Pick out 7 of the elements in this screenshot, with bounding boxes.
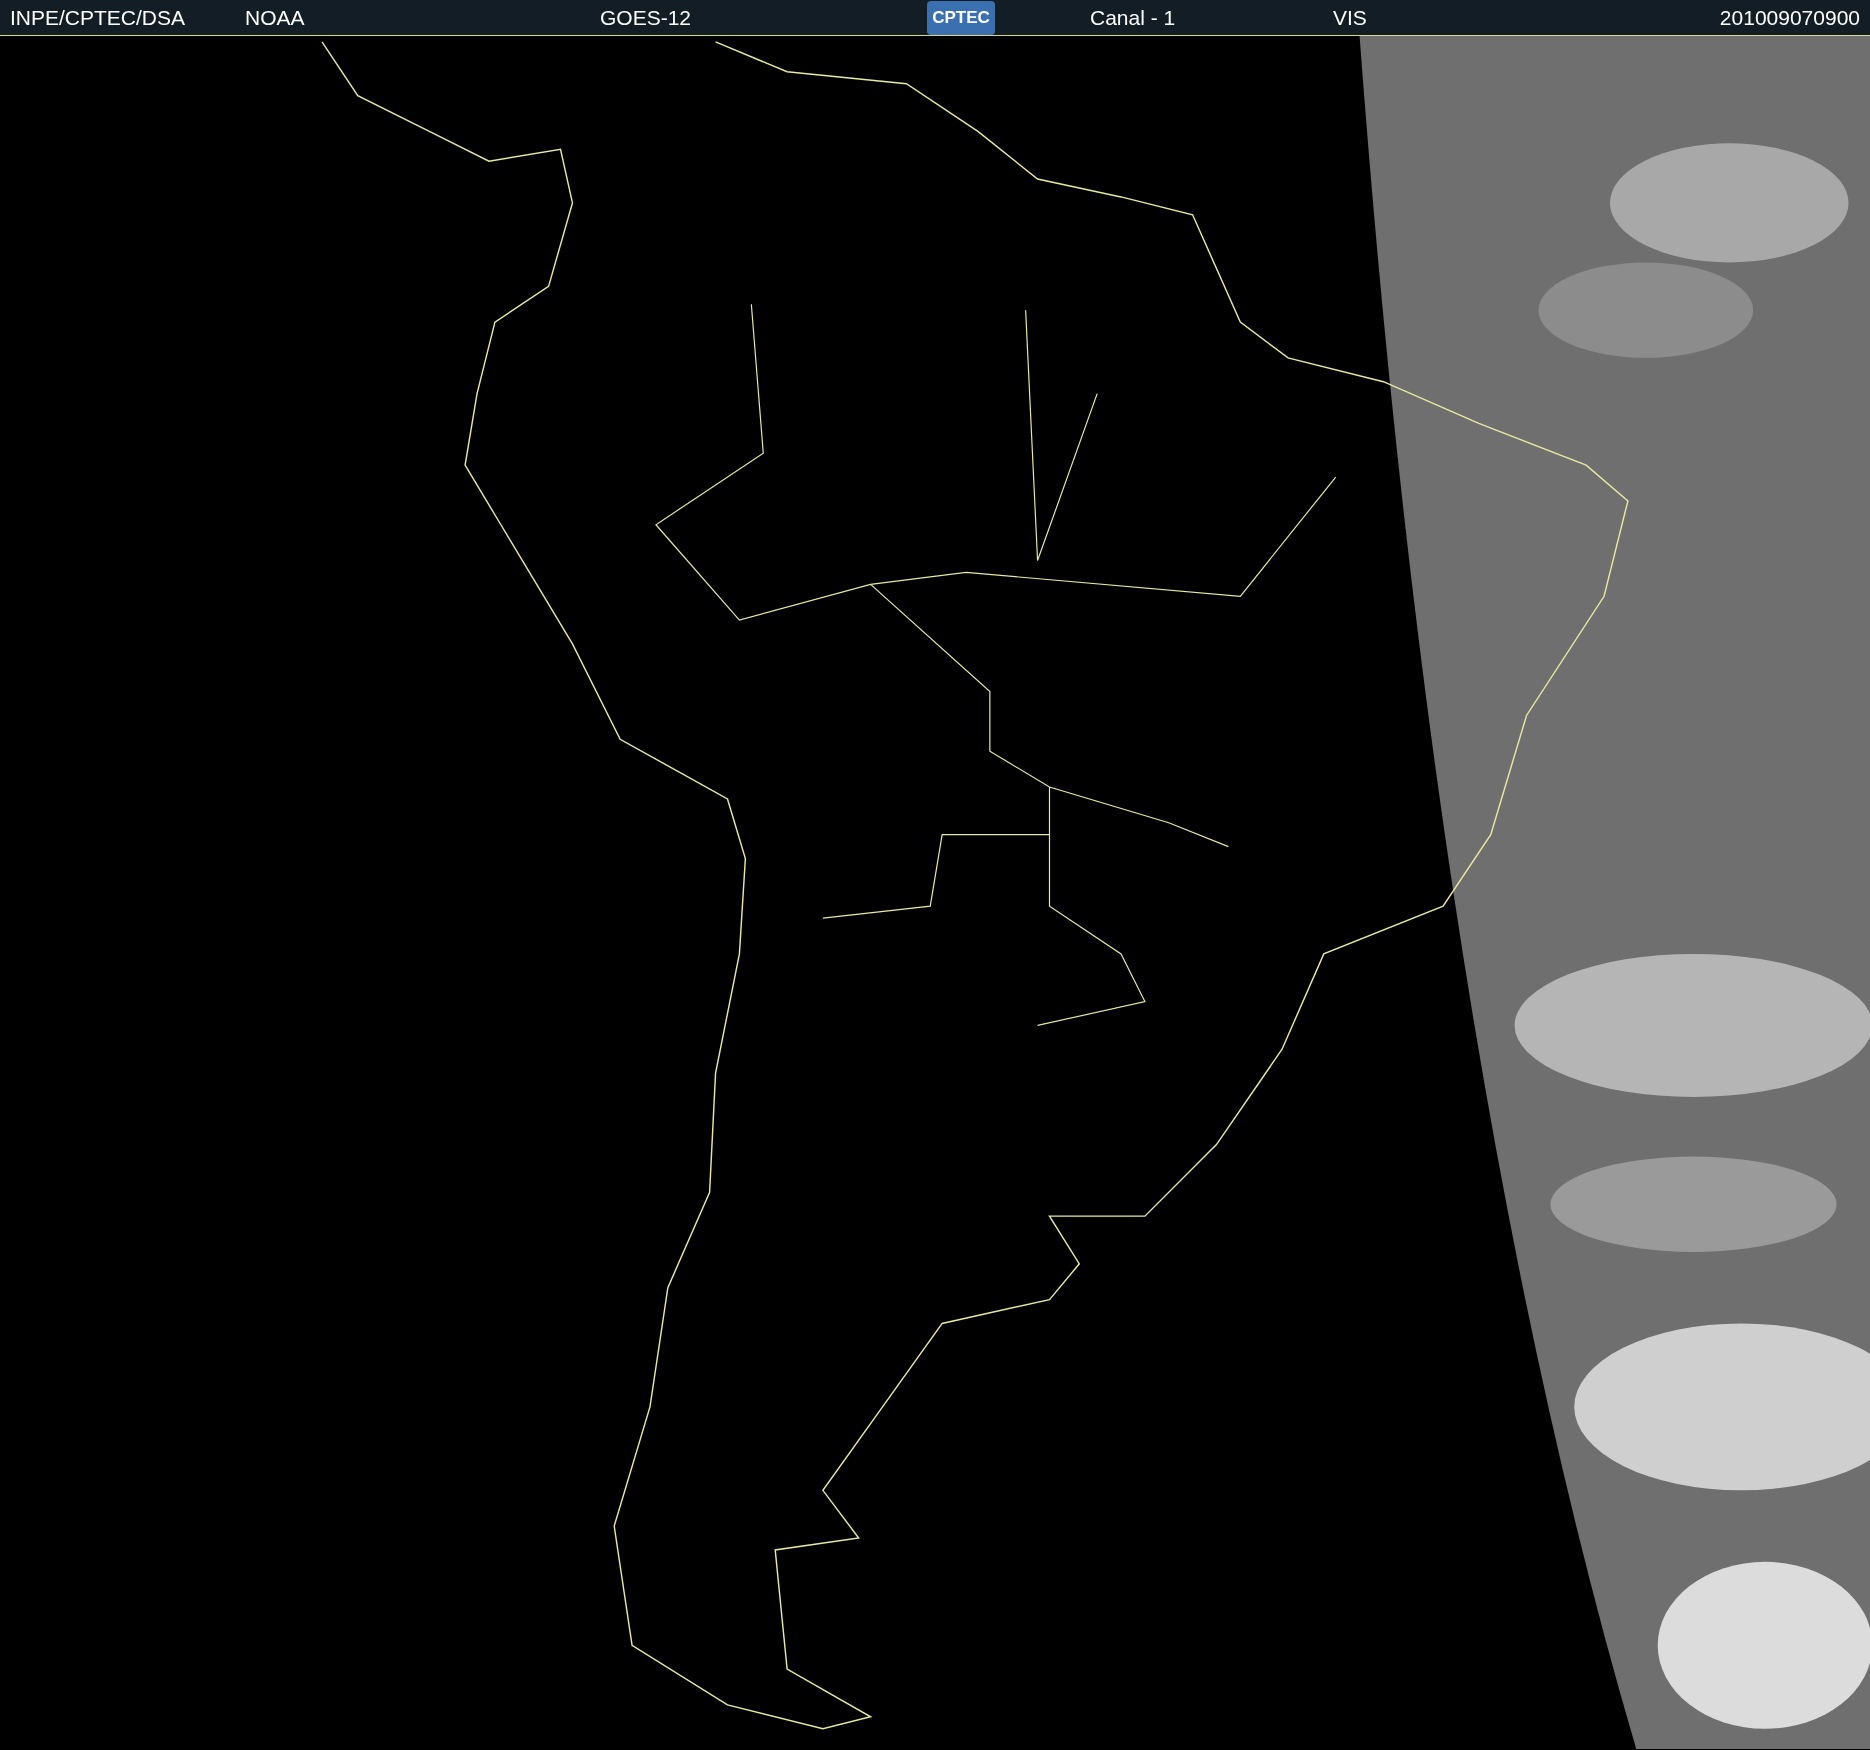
agency-label: NOAA bbox=[245, 5, 306, 30]
source-label: INPE/CPTEC/DSA bbox=[10, 5, 187, 30]
logo: CPTEC bbox=[927, 0, 995, 35]
timestamp-label: 201009070900 bbox=[1719, 5, 1860, 30]
band-label: VIS bbox=[1333, 5, 1368, 30]
channel-label: Canal - 1 bbox=[1090, 5, 1177, 30]
satellite-label: GOES-12 bbox=[600, 5, 693, 30]
